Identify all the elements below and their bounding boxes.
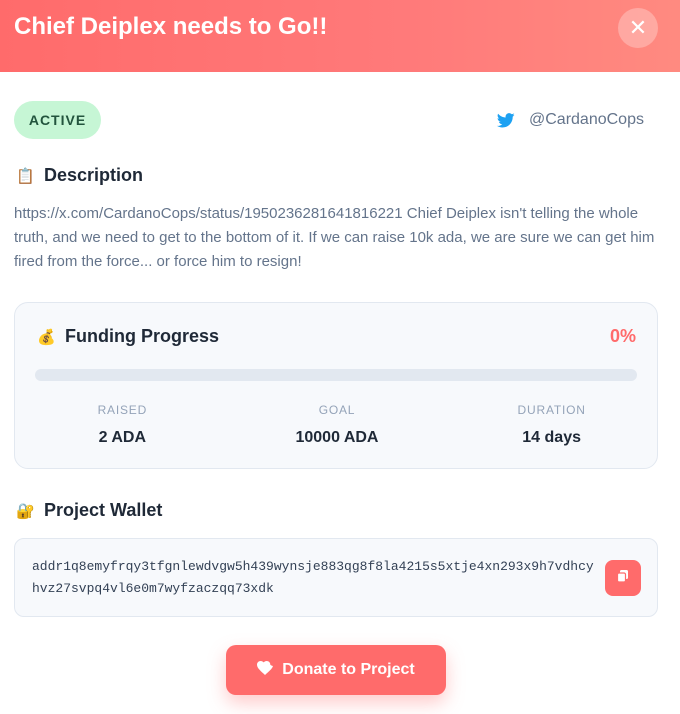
lock-icon: 🔐: [16, 502, 35, 520]
close-button[interactable]: ✕: [618, 8, 658, 48]
description-heading-row: 📋 Description: [16, 165, 143, 186]
description-heading: Description: [44, 165, 144, 185]
wallet-heading-row: 🔐 Project Wallet: [16, 500, 162, 521]
copy-address-button[interactable]: [605, 560, 641, 596]
twitter-handle: @CardanoCops: [529, 111, 644, 128]
heart-icon: [257, 660, 274, 680]
status-badge: ACTIVE: [14, 101, 101, 139]
wallet-box: addr1q8emyfrqy3tfgnlewdvgw5h439wynsje883…: [14, 538, 658, 617]
stat-goal: GOAL 10000 ADA: [230, 403, 445, 448]
twitter-link[interactable]: @CardanoCops: [497, 108, 644, 132]
funding-percent: 0%: [609, 326, 636, 346]
donate-label: Donate to Project: [282, 661, 415, 678]
stat-value: 10000 ADA: [295, 429, 379, 446]
wallet-heading: Project Wallet: [44, 500, 163, 520]
clipboard-icon: 📋: [16, 167, 35, 185]
stat-duration: DURATION 14 days: [444, 403, 659, 448]
progress-bar: [35, 369, 637, 381]
copy-icon: [616, 569, 630, 588]
twitter-icon: [497, 112, 515, 128]
wallet-address[interactable]: addr1q8emyfrqy3tfgnlewdvgw5h439wynsje883…: [32, 556, 598, 600]
stat-raised: RAISED 2 ADA: [15, 403, 230, 448]
money-bag-icon: 💰: [37, 328, 56, 346]
stat-label: GOAL: [318, 403, 356, 417]
stat-label: RAISED: [97, 403, 148, 417]
funding-heading: Funding Progress: [65, 326, 220, 346]
modal-header: Chief Deiplex needs to Go!! ✕: [0, 0, 680, 72]
description-text: https://x.com/CardanoCops/status/1950236…: [14, 205, 655, 270]
donate-button[interactable]: Donate to Project: [226, 645, 446, 695]
modal-title: Chief Deiplex needs to Go!!: [14, 13, 328, 40]
funding-heading-row: 💰 Funding Progress: [37, 326, 219, 347]
stat-label: DURATION: [517, 403, 586, 417]
funding-card: 💰 Funding Progress 0% RAISED 2 ADA GOAL …: [14, 302, 658, 469]
stat-value: 14 days: [522, 429, 581, 446]
stat-value: 2 ADA: [98, 429, 147, 446]
close-icon: ✕: [628, 15, 648, 40]
funding-stats: RAISED 2 ADA GOAL 10000 ADA DURATION 14 …: [15, 403, 659, 448]
